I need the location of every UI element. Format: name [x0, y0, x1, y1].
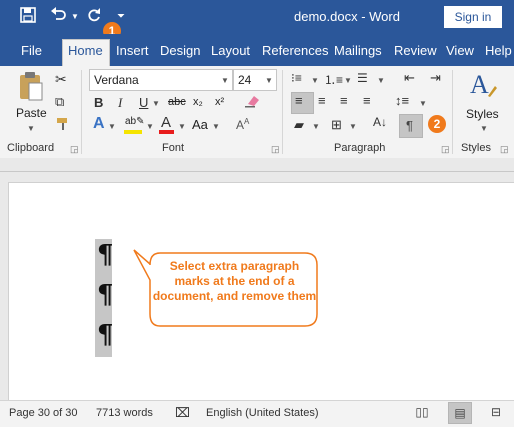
- clipboard-group-label: Clipboard: [7, 142, 55, 154]
- tab-file[interactable]: File: [21, 43, 42, 58]
- styles-dropdown-icon[interactable]: ▼: [480, 124, 488, 133]
- bullets-dropdown-icon[interactable]: ▼: [311, 76, 319, 85]
- change-case-dropdown-icon[interactable]: ▼: [212, 122, 220, 131]
- title-bar: ▼ 1 ⏷ demo.docx - Word Sign in: [0, 0, 514, 40]
- font-color-dropdown-icon[interactable]: ▼: [178, 122, 186, 131]
- justify-icon[interactable]: ≡: [363, 93, 371, 108]
- shading-dropdown-icon[interactable]: ▼: [312, 122, 320, 131]
- sort-icon[interactable]: A↓: [373, 115, 387, 129]
- font-size-dropdown-icon[interactable]: ▼: [265, 76, 273, 85]
- font-name-value: Verdana: [94, 73, 139, 87]
- document-title: demo.docx - Word: [294, 9, 400, 24]
- paste-dropdown-icon[interactable]: ▼: [27, 124, 35, 133]
- tab-references[interactable]: References: [262, 43, 328, 58]
- underline-dropdown-icon[interactable]: ▼: [152, 99, 160, 108]
- font-launcher-icon[interactable]: ◲: [271, 144, 280, 155]
- paragraph-group-label: Paragraph: [334, 142, 386, 154]
- word-count[interactable]: 7713 words: [96, 407, 153, 419]
- change-case-button[interactable]: Aa: [192, 117, 208, 132]
- font-size-value: 24: [238, 73, 252, 87]
- undo-icon[interactable]: [50, 7, 68, 28]
- show-hide-marks-button[interactable]: ¶: [399, 114, 423, 138]
- font-color-swatch: [159, 130, 174, 134]
- styles-group-label: Styles: [461, 142, 491, 154]
- paste-icon[interactable]: [18, 72, 44, 105]
- subscript-button[interactable]: x₂: [193, 96, 203, 108]
- tab-mailings[interactable]: Mailings: [334, 43, 382, 58]
- previous-page-edge: [0, 171, 514, 172]
- italic-button[interactable]: I: [118, 95, 122, 111]
- text-effects-icon[interactable]: A: [93, 115, 105, 133]
- highlight-color-swatch: [124, 130, 142, 134]
- clear-formatting-icon[interactable]: [244, 94, 260, 111]
- tab-view[interactable]: View: [446, 43, 474, 58]
- decrease-indent-icon[interactable]: ⇤: [404, 70, 415, 86]
- font-name-dropdown-icon[interactable]: ▼: [221, 76, 229, 85]
- proofing-icon[interactable]: ⌧: [175, 405, 190, 421]
- superscript-button[interactable]: x²: [215, 96, 224, 108]
- numbering-dropdown-icon[interactable]: ▼: [344, 76, 352, 85]
- shading-icon[interactable]: ▰: [294, 117, 304, 133]
- bold-button[interactable]: B: [94, 95, 103, 110]
- clipboard-launcher-icon[interactable]: ◲: [70, 144, 79, 155]
- tab-review[interactable]: Review: [394, 43, 437, 58]
- grow-shrink-font-icon[interactable]: AA: [236, 117, 249, 132]
- page-count[interactable]: Page 30 of 30: [9, 407, 78, 419]
- increase-indent-icon[interactable]: ⇥: [430, 70, 441, 86]
- print-layout-icon[interactable]: ▤: [448, 402, 472, 424]
- pilcrow-icon: ¶: [406, 118, 413, 133]
- tab-design[interactable]: Design: [160, 43, 200, 58]
- step-badge-2: 2: [428, 115, 446, 133]
- font-color-icon[interactable]: A: [161, 114, 171, 131]
- underline-button[interactable]: U: [139, 95, 148, 110]
- format-painter-icon[interactable]: [56, 117, 70, 134]
- multilevel-dropdown-icon[interactable]: ▼: [377, 76, 385, 85]
- save-icon[interactable]: [20, 7, 36, 28]
- borders-icon[interactable]: ⊞: [331, 117, 342, 133]
- undo-dropdown-icon[interactable]: ▼: [71, 12, 79, 21]
- strikethrough-button[interactable]: abc: [168, 96, 186, 108]
- bullets-icon[interactable]: ⁝≡: [291, 71, 302, 85]
- paragraph-mark[interactable]: ¶: [97, 280, 114, 310]
- paragraph-launcher-icon[interactable]: ◲: [441, 144, 450, 155]
- read-mode-icon[interactable]: ▯▯: [411, 402, 433, 422]
- font-group-label: Font: [162, 142, 185, 154]
- group-separator: [452, 70, 453, 154]
- font-size-combobox[interactable]: 24 ▼: [233, 69, 277, 91]
- tab-home[interactable]: Home: [68, 43, 103, 58]
- tab-insert[interactable]: Insert: [116, 43, 149, 58]
- font-name-combobox[interactable]: Verdana ▼: [89, 69, 233, 91]
- language-status[interactable]: English (United States): [206, 407, 319, 419]
- text-effects-dropdown-icon[interactable]: ▼: [108, 122, 116, 131]
- group-separator: [81, 70, 82, 154]
- paragraph-mark[interactable]: ¶: [97, 240, 114, 270]
- styles-brush-icon: [486, 84, 498, 101]
- copy-icon[interactable]: ⧉: [55, 94, 64, 110]
- line-spacing-dropdown-icon[interactable]: ▼: [419, 99, 427, 108]
- redo-icon[interactable]: [86, 7, 102, 28]
- line-spacing-icon[interactable]: ↕≡: [395, 93, 409, 108]
- highlight-color-icon[interactable]: ab✎: [125, 116, 145, 127]
- numbering-icon[interactable]: ⒈≡: [324, 71, 343, 88]
- paragraph-mark[interactable]: ¶: [97, 320, 114, 350]
- paste-button[interactable]: Paste: [16, 106, 47, 120]
- borders-dropdown-icon[interactable]: ▼: [349, 122, 357, 131]
- multilevel-list-icon[interactable]: ☰: [357, 71, 368, 85]
- styles-launcher-icon[interactable]: ◲: [500, 144, 509, 155]
- align-right-icon[interactable]: ≡: [340, 93, 348, 108]
- tab-help[interactable]: Help: [485, 43, 512, 58]
- cut-icon[interactable]: ✂: [55, 71, 67, 88]
- highlight-dropdown-icon[interactable]: ▼: [146, 122, 154, 131]
- web-layout-icon[interactable]: ⊟: [485, 402, 507, 422]
- group-separator: [282, 70, 283, 154]
- callout-text: Select extra paragraph marks at the end …: [152, 259, 317, 303]
- sign-in-button[interactable]: Sign in: [444, 6, 502, 28]
- styles-button[interactable]: Styles: [466, 107, 499, 121]
- align-left-icon: ≡: [295, 93, 303, 108]
- tab-layout[interactable]: Layout: [211, 43, 250, 58]
- customize-quick-access-icon[interactable]: ⏷: [117, 11, 125, 22]
- align-center-icon[interactable]: ≡: [318, 93, 326, 108]
